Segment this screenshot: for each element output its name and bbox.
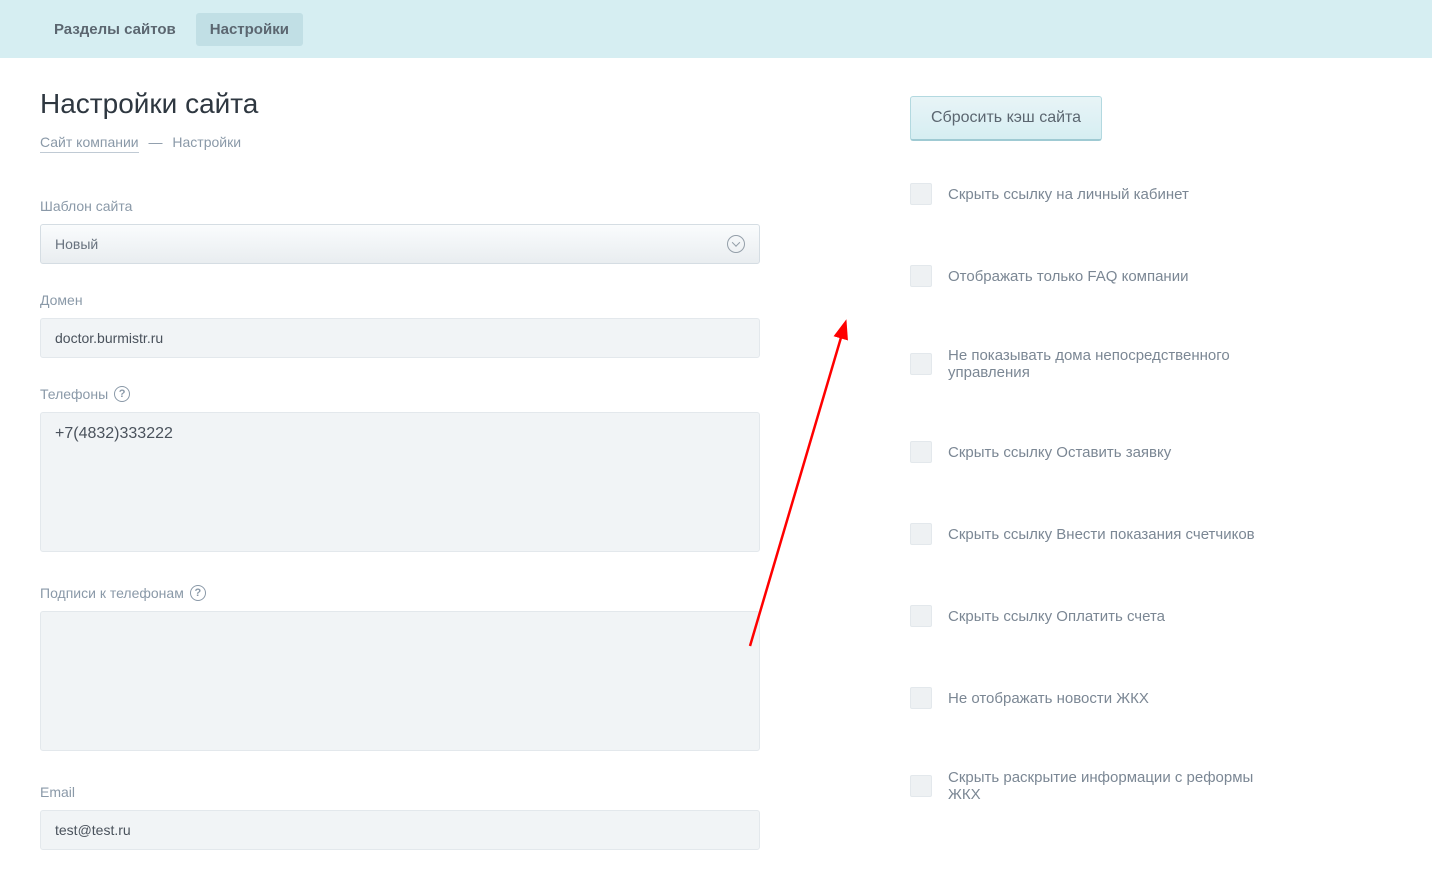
check-row-7: Скрыть раскрытие информации с реформы ЖК… — [910, 769, 1290, 803]
label-template: Шаблон сайта — [40, 198, 760, 214]
check-label: Скрыть ссылку на личный кабинет — [948, 186, 1189, 203]
textarea-phones[interactable] — [40, 412, 760, 552]
checkbox-hide-lk-link[interactable] — [910, 183, 932, 205]
check-label: Не показывать дома непосредственного упр… — [948, 347, 1290, 381]
help-icon[interactable]: ? — [114, 386, 130, 402]
breadcrumb-link[interactable]: Сайт компании — [40, 134, 139, 153]
reset-cache-button[interactable]: Сбросить кэш сайта — [910, 96, 1102, 141]
check-row-3: Скрыть ссылку Оставить заявку — [910, 441, 1290, 463]
label-phone-captions: Подписи к телефонам ? — [40, 585, 760, 601]
check-label: Скрыть ссылку Внести показания счетчиков — [948, 526, 1255, 543]
label-phones: Телефоны ? — [40, 386, 760, 402]
page-title: Настройки сайта — [40, 88, 760, 120]
content: Настройки сайта Сайт компании — Настройк… — [0, 58, 1432, 878]
checkbox-hide-disclosure[interactable] — [910, 775, 932, 797]
label-phones-text: Телефоны — [40, 386, 108, 402]
check-row-6: Не отображать новости ЖКХ — [910, 687, 1290, 709]
check-label: Скрыть раскрытие информации с реформы ЖК… — [948, 769, 1290, 803]
label-email: Email — [40, 784, 760, 800]
check-row-0: Скрыть ссылку на личный кабинет — [910, 183, 1290, 205]
breadcrumb-sep: — — [149, 134, 163, 150]
chevron-down-icon — [727, 235, 745, 253]
left-column: Настройки сайта Сайт компании — Настройк… — [40, 88, 760, 878]
breadcrumb: Сайт компании — Настройки — [40, 134, 760, 150]
right-column: Сбросить кэш сайта Скрыть ссылку на личн… — [790, 96, 1290, 878]
input-email[interactable] — [40, 810, 760, 850]
check-row-1: Отображать только FAQ компании — [910, 265, 1290, 287]
help-icon[interactable]: ? — [190, 585, 206, 601]
check-label: Не отображать новости ЖКХ — [948, 690, 1149, 707]
checkbox-faq-only[interactable] — [910, 265, 932, 287]
check-label: Отображать только FAQ компании — [948, 268, 1188, 285]
select-template-value: Новый — [55, 236, 98, 252]
label-domain: Домен — [40, 292, 760, 308]
breadcrumb-current: Настройки — [172, 134, 241, 150]
check-label: Скрыть ссылку Оставить заявку — [948, 444, 1171, 461]
checkbox-hide-meters-link[interactable] — [910, 523, 932, 545]
tab-settings[interactable]: Настройки — [196, 13, 303, 46]
tab-sections[interactable]: Разделы сайтов — [40, 13, 190, 46]
input-domain[interactable] — [40, 318, 760, 358]
select-template[interactable]: Новый — [40, 224, 760, 264]
checkbox-hide-direct-houses[interactable] — [910, 353, 932, 375]
check-row-4: Скрыть ссылку Внести показания счетчиков — [910, 523, 1290, 545]
topbar: Разделы сайтов Настройки — [0, 0, 1432, 58]
check-row-5: Скрыть ссылку Оплатить счета — [910, 605, 1290, 627]
check-label: Скрыть ссылку Оплатить счета — [948, 608, 1165, 625]
checkbox-hide-pay-link[interactable] — [910, 605, 932, 627]
checkbox-hide-news[interactable] — [910, 687, 932, 709]
checkbox-hide-request-link[interactable] — [910, 441, 932, 463]
label-phone-captions-text: Подписи к телефонам — [40, 585, 184, 601]
textarea-phone-captions[interactable] — [40, 611, 760, 751]
check-row-2: Не показывать дома непосредственного упр… — [910, 347, 1290, 381]
